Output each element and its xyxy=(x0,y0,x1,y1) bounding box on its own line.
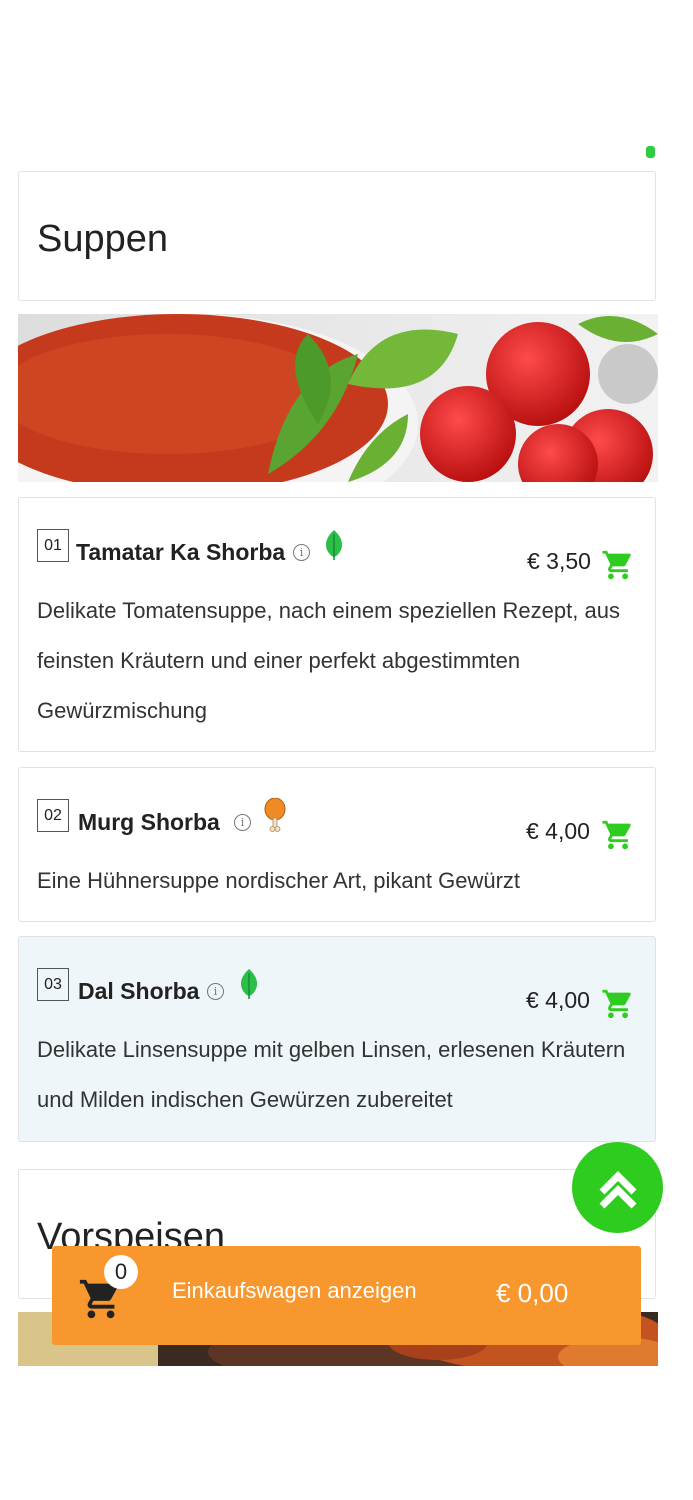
section-title: Suppen xyxy=(37,218,169,260)
section-header-suppen: Suppen xyxy=(18,171,656,301)
item-number: 01 xyxy=(37,529,69,562)
add-to-cart-icon[interactable] xyxy=(601,987,635,1021)
item-price: € 4,00 xyxy=(526,818,590,844)
add-to-cart-icon[interactable] xyxy=(601,818,635,852)
veg-leaf-icon xyxy=(240,969,258,999)
chicken-leg-icon xyxy=(264,798,286,832)
tomato-soup-image xyxy=(18,314,658,482)
item-name: Murg Shorba xyxy=(78,809,220,835)
info-icon[interactable]: i xyxy=(293,544,310,561)
menu-item-card[interactable]: 01 Tamatar Ka Shorba i € 3,50 Delikate T… xyxy=(18,497,656,752)
veg-leaf-icon xyxy=(325,530,343,560)
item-price: € 4,00 xyxy=(526,987,590,1013)
menu-item-card[interactable]: 02 Murg Shorba i € 4,00 Eine Hühnersuppe… xyxy=(18,767,656,922)
item-name: Tamatar Ka Shorba xyxy=(76,539,286,565)
item-name: Dal Shorba xyxy=(78,978,200,1004)
cart-total: € 0,00 xyxy=(496,1278,569,1308)
add-to-cart-icon[interactable] xyxy=(601,548,635,582)
item-description: Eine Hühnersuppe nordischer Art, pikant … xyxy=(37,868,521,893)
cart-count-badge: 0 xyxy=(104,1255,138,1289)
item-number: 02 xyxy=(37,799,69,832)
status-indicator xyxy=(646,146,655,158)
cart-label: Einkaufswagen anzeigen xyxy=(172,1278,417,1303)
menu-item-card[interactable]: 03 Dal Shorba i € 4,00 Delikate Linsensu… xyxy=(18,936,656,1142)
double-chevron-up-icon xyxy=(599,1170,636,1208)
info-icon[interactable]: i xyxy=(207,983,224,1000)
item-description: Delikate Linsensuppe mit gelben Linsen, … xyxy=(37,1037,626,1112)
section-banner-image xyxy=(18,314,658,482)
item-description: Delikate Tomatensuppe, nach einem spezie… xyxy=(37,598,620,723)
item-price: € 3,50 xyxy=(527,548,591,574)
info-icon[interactable]: i xyxy=(234,814,251,831)
scroll-to-top-button[interactable] xyxy=(572,1142,663,1233)
item-number: 03 xyxy=(37,968,69,1001)
view-cart-button[interactable]: 0 Einkaufswagen anzeigen € 0,00 xyxy=(52,1246,641,1345)
